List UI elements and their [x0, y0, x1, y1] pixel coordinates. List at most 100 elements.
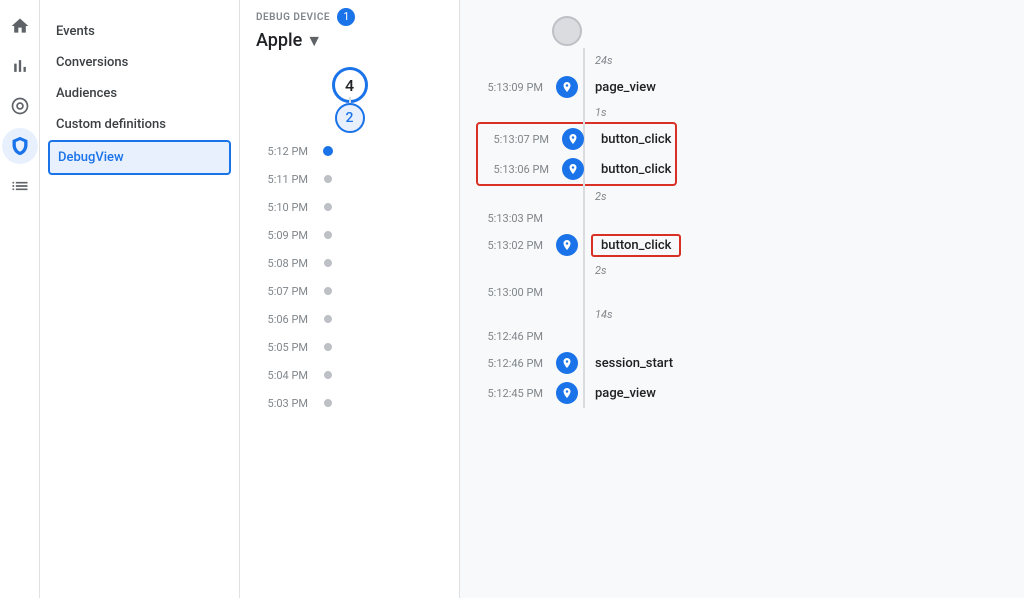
event-name: session_start: [583, 356, 673, 371]
event-time: 5:13:02 PM: [476, 239, 551, 252]
timeline-dot-area: [308, 287, 348, 295]
event-button-click-solo: 5:13:02 PM button_click: [476, 230, 1008, 260]
timeline-dot: [323, 146, 333, 156]
timeline-time: 5:11 PM: [248, 173, 308, 186]
top-node: [476, 16, 1008, 46]
duration-row-24s: 24s: [476, 48, 1008, 72]
event-page-view-1: 5:13:09 PM page_view: [476, 72, 1008, 102]
event-time: 5:12:45 PM: [476, 387, 551, 400]
event-name: page_view: [583, 386, 656, 401]
timeline-dot-area: [308, 315, 348, 323]
timeline-dot-area: [308, 259, 348, 267]
duration-2s-2: 2s: [583, 264, 607, 277]
event-detail-panel: 24s 5:13:09 PM page_view 1s: [460, 0, 1024, 598]
timeline-dot: [324, 231, 332, 239]
sidebar-item-debugview[interactable]: DebugView: [48, 140, 231, 175]
timeline-time: 5:03 PM: [248, 397, 308, 410]
duration-1s: 1s: [583, 106, 607, 119]
sidebar-item-custom-definitions[interactable]: Custom definitions: [40, 109, 239, 140]
timeline-dot-area: [308, 399, 348, 407]
sidebar-item-conversions[interactable]: Conversions: [40, 47, 239, 78]
timeline-row: 5:08 PM: [240, 249, 459, 277]
button-click-group-1: 5:13:07 PM button_click 5:13:06 PM: [476, 122, 677, 186]
event-time: 5:13:09 PM: [476, 81, 551, 94]
vertical-timeline-line: [583, 48, 585, 408]
event-name-highlighted: button_click: [591, 234, 681, 257]
device-selector[interactable]: Apple ▼: [256, 30, 443, 51]
timeline-time: 5:09 PM: [248, 229, 308, 242]
timeline-dot: [324, 203, 332, 211]
duration-2s-1: 2s: [583, 190, 607, 203]
timeline-row: 5:07 PM: [240, 277, 459, 305]
duration-14s: 14s: [583, 308, 613, 321]
time-spacer-3: 5:12:46 PM: [476, 324, 1008, 348]
timeline-header: DEBUG DEVICE 1 Apple ▼: [240, 0, 459, 59]
admin-nav-item[interactable]: [2, 168, 38, 204]
duration-row-14s: 14s: [476, 304, 1008, 324]
sidebar-item-audiences[interactable]: Audiences: [40, 78, 239, 109]
event-time: 5:12:46 PM: [476, 357, 551, 370]
event-time: 5:13:00 PM: [476, 286, 551, 299]
timeline-panel: DEBUG DEVICE 1 Apple ▼ 4 2 5:12 PM5:11 P…: [240, 0, 460, 598]
event-icon: [562, 158, 584, 180]
top-circle: [552, 16, 582, 46]
home-nav-item[interactable]: [2, 8, 38, 44]
timeline-dot: [324, 343, 332, 351]
event-time: 5:12:46 PM: [476, 330, 551, 343]
configure-nav-item[interactable]: [2, 128, 38, 164]
timeline-list: 5:12 PM 5:11 PM 5:10 PM 5:09 PM 5:08 PM 5:07 …: [240, 137, 459, 433]
event-session-start: 5:12:46 PM session_start: [476, 348, 1008, 378]
duration-row-1s: 1s: [476, 102, 1008, 122]
debug-device-label: DEBUG DEVICE 1: [256, 8, 443, 26]
sidebar-item-events[interactable]: Events: [40, 16, 239, 47]
event-icon: [556, 382, 578, 404]
timeline-time: 5:10 PM: [248, 201, 308, 214]
timeline-row: 5:09 PM: [240, 221, 459, 249]
timeline-time: 5:04 PM: [248, 369, 308, 382]
timeline-time: 5:12 PM: [248, 145, 308, 158]
timeline-row[interactable]: 5:12 PM: [240, 137, 459, 165]
timeline-row: 5:03 PM: [240, 389, 459, 417]
timeline-time: 5:07 PM: [248, 285, 308, 298]
event-button-click-1: 5:13:07 PM button_click: [478, 124, 675, 154]
event-icon: [556, 352, 578, 374]
timeline-dot: [324, 287, 332, 295]
duration-row-2s-1: 2s: [476, 186, 1008, 206]
timeline-dot: [324, 371, 332, 379]
event-icon: [556, 76, 578, 98]
timeline-dot-area: [308, 146, 348, 156]
timeline-time: 5:06 PM: [248, 313, 308, 326]
selected-bubble: 2: [335, 103, 365, 133]
timeline-time: 5:05 PM: [248, 341, 308, 354]
icon-navigation: [0, 0, 40, 598]
device-name: Apple: [256, 30, 302, 51]
timeline-dot: [324, 399, 332, 407]
event-icon: [556, 234, 578, 256]
time-spacer-1: 5:13:03 PM: [476, 206, 1008, 230]
timeline-row: 5:11 PM: [240, 165, 459, 193]
timeline-dot-area: [308, 175, 348, 183]
selected-count-area: 2: [240, 103, 459, 133]
timeline-dot-area: [308, 371, 348, 379]
reports-nav-item[interactable]: [2, 48, 38, 84]
timeline-row: 5:10 PM: [240, 193, 459, 221]
main-content: DEBUG DEVICE 1 Apple ▼ 4 2 5:12 PM5:11 P…: [240, 0, 1024, 598]
timeline-row: 5:04 PM: [240, 361, 459, 389]
event-name: button_click: [589, 162, 671, 177]
dropdown-arrow-icon: ▼: [306, 31, 322, 51]
event-icon: [562, 128, 584, 150]
event-name: button_click: [589, 132, 671, 147]
duration-24s: 24s: [583, 54, 613, 67]
event-timeline-container: 24s 5:13:09 PM page_view 1s: [476, 48, 1008, 408]
time-spacer-2: 5:13:00 PM: [476, 280, 1008, 304]
timeline-time: 5:08 PM: [248, 257, 308, 270]
event-button-click-2: 5:13:06 PM button_click: [478, 154, 675, 184]
event-time: 5:13:07 PM: [482, 133, 557, 146]
timeline-dot: [324, 259, 332, 267]
timeline-dot-area: [308, 231, 348, 239]
duration-row-2s-2: 2s: [476, 260, 1008, 280]
timeline-row: 5:05 PM: [240, 333, 459, 361]
timeline-row: 5:06 PM: [240, 305, 459, 333]
timeline-dot-area: [308, 203, 348, 211]
explore-nav-item[interactable]: [2, 88, 38, 124]
